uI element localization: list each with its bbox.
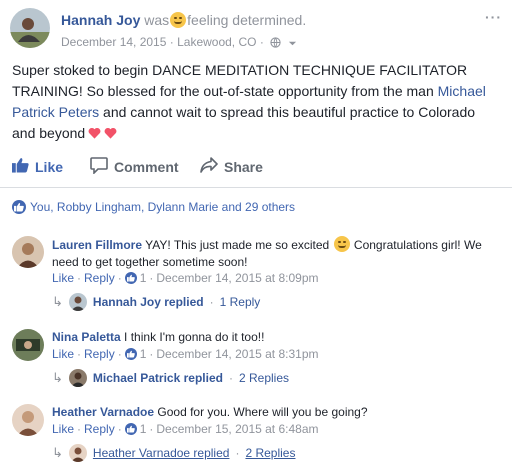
like-reaction-icon	[12, 200, 26, 214]
like-count-icon	[124, 423, 137, 435]
facebook-post: Hannah Joy was feeling determined. Decemb…	[0, 0, 512, 473]
comment-reply-link[interactable]: Reply	[84, 347, 115, 361]
view-replies[interactable]: ↳ Heather Varnadoe replied · 2 Replies	[52, 444, 295, 462]
like-button[interactable]: Like	[12, 157, 63, 176]
reply-author: Michael Patrick replied	[92, 371, 223, 385]
author-avatar[interactable]	[10, 8, 50, 48]
reply-separator: ·	[228, 371, 233, 385]
reply-separator: ·	[209, 295, 214, 309]
comment-text: Good for you. Where will you be going?	[157, 405, 368, 419]
share-label: Share	[224, 158, 263, 175]
chevron-down-icon[interactable]	[288, 37, 297, 51]
comment-reply-link[interactable]: Reply	[84, 271, 115, 285]
post-location[interactable]: Lakewood, CO	[177, 35, 256, 49]
post-meta-line: December 14, 2015 · Lakewood, CO ·	[61, 35, 297, 51]
comment-meta: Like · Reply · 1 · December 14, 2015 at 8:0…	[52, 271, 319, 285]
view-replies[interactable]: ↳ Hannah Joy replied · 1 Reply	[52, 293, 260, 311]
post-body-text: Super stoked to begin DANCE MEDITATION T…	[12, 62, 468, 99]
thumbs-up-icon	[12, 157, 29, 176]
comment-like-link[interactable]: Like	[52, 347, 74, 361]
post-action-bar: Like Comment Share	[0, 148, 512, 188]
comment-date[interactable]: December 14, 2015 at 8:31pm	[156, 347, 318, 361]
comment-text: I think I'm gonna do it too!!	[124, 330, 265, 344]
like-count-icon	[124, 348, 137, 360]
comment-body: Lauren Fillmore YAY! This just made me s…	[52, 236, 502, 271]
reactions-summary[interactable]: You, Robby Lingham, Dylann Marie and 29 …	[12, 200, 295, 214]
comment-date[interactable]: December 15, 2015 at 6:48am	[156, 422, 318, 436]
avatar	[68, 293, 87, 311]
comment-body: Heather Varnadoe Good for you. Where wil…	[52, 404, 502, 421]
post-date[interactable]: December 14, 2015	[61, 35, 166, 49]
more-options-icon[interactable]: ···	[485, 9, 502, 25]
was-text: was	[144, 12, 170, 28]
globe-icon[interactable]	[270, 37, 281, 51]
comment-text: YAY! This just made me so excited	[145, 238, 330, 252]
comment-like-link[interactable]: Like	[52, 271, 74, 285]
post-header-line: Hannah Joy was feeling determined.	[61, 12, 306, 28]
comment-icon	[90, 157, 108, 177]
comment-label: Comment	[114, 159, 179, 175]
post-author-name[interactable]: Hannah Joy	[61, 12, 140, 28]
comment-meta: Like · Reply · 1 · December 14, 2015 at 8:3…	[52, 347, 319, 361]
smile-emoji-icon	[333, 236, 350, 252]
feeling-text[interactable]: feeling determined.	[187, 12, 306, 28]
comment-author[interactable]: Nina Paletta	[52, 330, 121, 344]
comment-author[interactable]: Lauren Fillmore	[52, 238, 142, 252]
post-body: Super stoked to begin DANCE MEDITATION T…	[12, 60, 500, 144]
comment-reply-link[interactable]: Reply	[84, 422, 115, 436]
comment-meta: Like · Reply · 1 · December 15, 2015 at 6:4…	[52, 422, 319, 436]
share-icon	[200, 157, 218, 176]
avatar[interactable]	[12, 329, 44, 361]
heart-icon	[104, 124, 117, 139]
comment-author[interactable]: Heather Varnadoe	[52, 405, 154, 419]
reply-arrow-icon: ↳	[52, 294, 63, 309]
meta-separator: ·	[259, 35, 264, 49]
avatar[interactable]	[12, 404, 44, 436]
reply-count: 1 Reply	[219, 295, 261, 309]
reply-count: 2 Replies	[245, 446, 296, 460]
comment-like-count[interactable]: 1	[140, 347, 147, 361]
reply-count: 2 Replies	[238, 371, 289, 385]
reply-arrow-icon: ↳	[52, 445, 63, 460]
like-count-icon	[124, 272, 137, 284]
comment-date[interactable]: December 14, 2015 at 8:09pm	[156, 271, 318, 285]
comment-like-link[interactable]: Like	[52, 422, 74, 436]
meta-separator: ·	[169, 35, 174, 49]
avatar[interactable]	[12, 236, 44, 268]
comment-like-count[interactable]: 1	[140, 422, 147, 436]
reply-arrow-icon: ↳	[52, 370, 63, 385]
reactions-text: You, Robby Lingham, Dylann Marie and 29 …	[30, 200, 296, 214]
reply-separator: ·	[235, 446, 240, 460]
view-replies[interactable]: ↳ Michael Patrick replied · 2 Replies	[52, 369, 289, 387]
comment-like-count[interactable]: 1	[140, 271, 147, 285]
share-button[interactable]: Share	[200, 157, 263, 176]
comment-button[interactable]: Comment	[90, 157, 512, 177]
heart-icon	[88, 124, 101, 139]
avatar	[68, 369, 87, 387]
like-label: Like	[35, 158, 64, 175]
reply-author: Heather Varnadoe replied	[92, 446, 230, 460]
feeling-emoji-icon	[170, 12, 187, 28]
comment-body: Nina Paletta I think I'm gonna do it too…	[52, 329, 502, 346]
avatar	[68, 444, 87, 462]
reply-author: Hannah Joy replied	[92, 295, 204, 309]
